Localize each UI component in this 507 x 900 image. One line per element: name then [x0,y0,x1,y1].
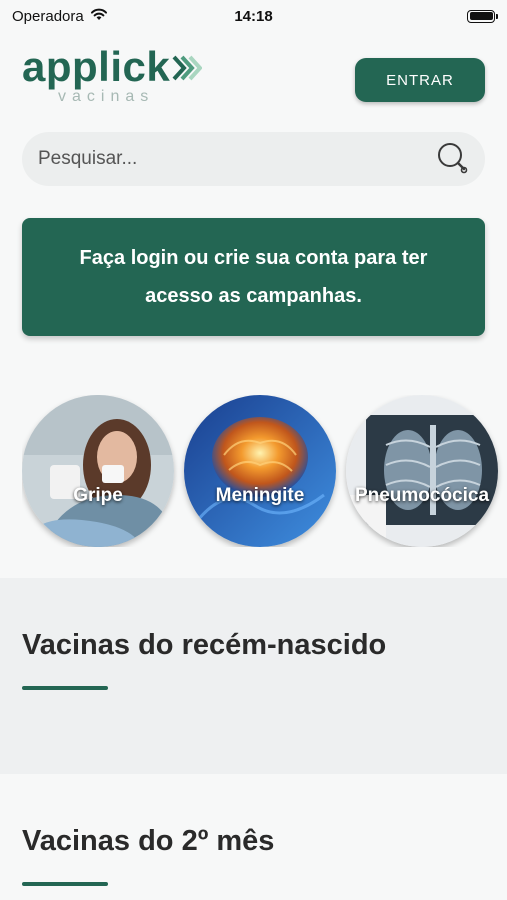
brain-image [184,395,336,547]
xray-image [346,395,498,547]
app-logo: applick vacinas [22,43,203,106]
section-title: Vacinas do recém-nascido [22,629,387,661]
category-item-meningite[interactable]: Meningite [184,395,336,547]
banner-message: Faça login ou crie sua conta para ter ac… [79,247,428,307]
chevrons-icon [172,55,203,86]
category-carousel[interactable]: Gripe Meningite Pneumocócica [22,395,507,547]
search-input[interactable] [38,148,435,170]
category-item-gripe[interactable]: Gripe [22,395,174,547]
category-label: Pneumocócica [354,485,490,506]
category-label: Gripe [73,485,123,506]
section-underline [22,882,108,886]
logo-subtitle: vacinas [58,88,155,105]
login-banner[interactable]: Faça login ou crie sua conta para ter ac… [22,218,485,336]
flu-image [22,395,174,547]
status-bar: Operadora 14:18 [0,0,507,32]
category-item-pneumococica[interactable]: Pneumocócica [346,395,498,547]
section-newborn-vaccines: Vacinas do recém-nascido [0,578,507,774]
clock: 14:18 [234,7,273,25]
login-button[interactable]: ENTRAR [355,58,485,102]
section-title: Vacinas do 2º mês [22,825,275,857]
logo-wordmark: applick [22,43,171,90]
search-bar[interactable] [22,132,485,186]
battery-icon [467,9,498,23]
section-second-month-vaccines: Vacinas do 2º mês [0,774,507,900]
wifi-icon [90,7,108,25]
search-icon[interactable] [435,140,469,179]
header: applick vacinas ENTRAR [22,44,485,116]
category-label: Meningite [215,485,305,506]
carrier-name: Operadora [12,7,84,25]
section-underline [22,686,108,690]
